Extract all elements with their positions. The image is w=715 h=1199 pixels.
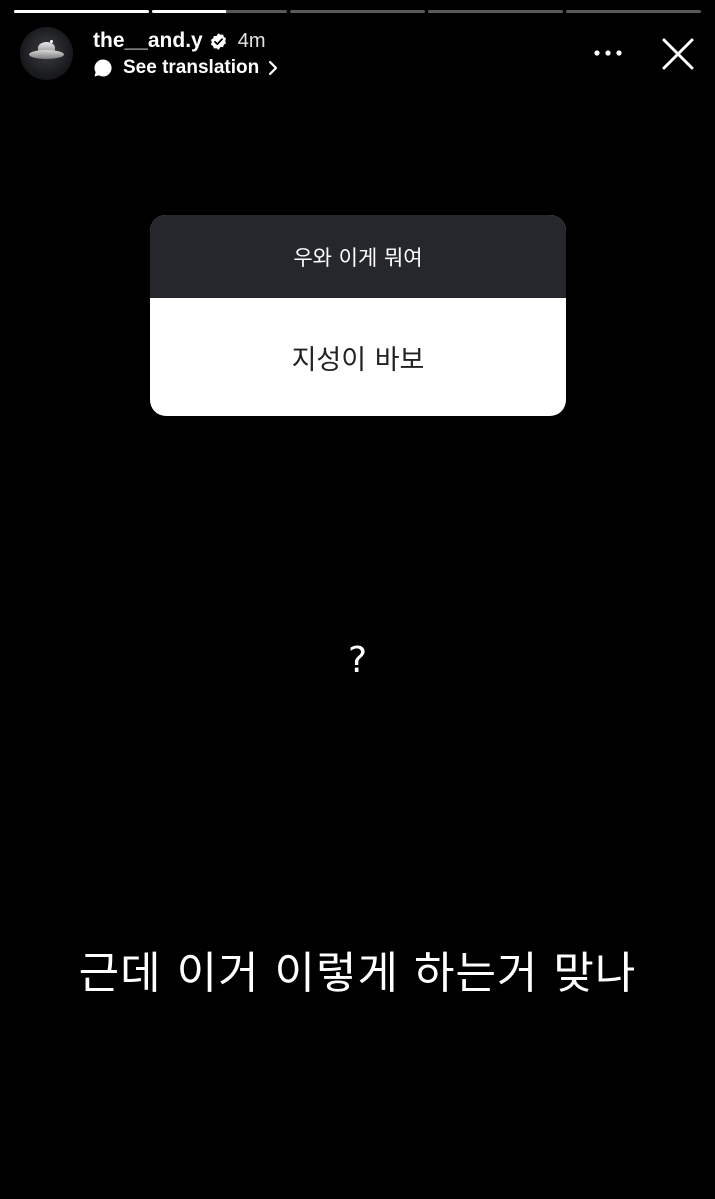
progress-segment <box>428 10 563 13</box>
progress-segment-fill <box>14 10 149 13</box>
verified-badge-icon <box>210 32 226 50</box>
avatar[interactable] <box>20 27 73 80</box>
sticker-question: 우와 이게 뭐여 <box>150 215 566 298</box>
story-caption: 근데 이거 이렇게 하는거 맞나 <box>78 948 637 999</box>
see-translation-label: See translation <box>123 57 260 78</box>
progress-segment <box>152 10 287 13</box>
user-row: the__and.y 4m <box>93 29 266 53</box>
progress-segment <box>566 10 701 13</box>
username[interactable]: the__and.y <box>93 29 203 53</box>
see-translation-button[interactable]: See translation <box>93 56 279 80</box>
question-sticker[interactable]: 우와 이게 뭐여 지성이 바보 <box>150 215 566 416</box>
sticker-answer: 지성이 바보 <box>291 344 425 376</box>
progress-segment-fill <box>152 10 227 13</box>
post-time: 4m <box>237 29 266 52</box>
more-horizontal-icon[interactable] <box>593 45 623 61</box>
speech-bubble-icon <box>94 59 112 77</box>
close-icon[interactable] <box>661 37 695 71</box>
story-header: the__and.y 4m See translation <box>20 27 695 83</box>
progress-segment <box>290 10 425 13</box>
story-text-question-mark: ? <box>347 640 368 681</box>
story-progress-bar <box>14 10 701 13</box>
chevron-right-icon <box>269 60 278 76</box>
ufo-saucer <box>29 50 64 59</box>
progress-segment <box>14 10 149 13</box>
